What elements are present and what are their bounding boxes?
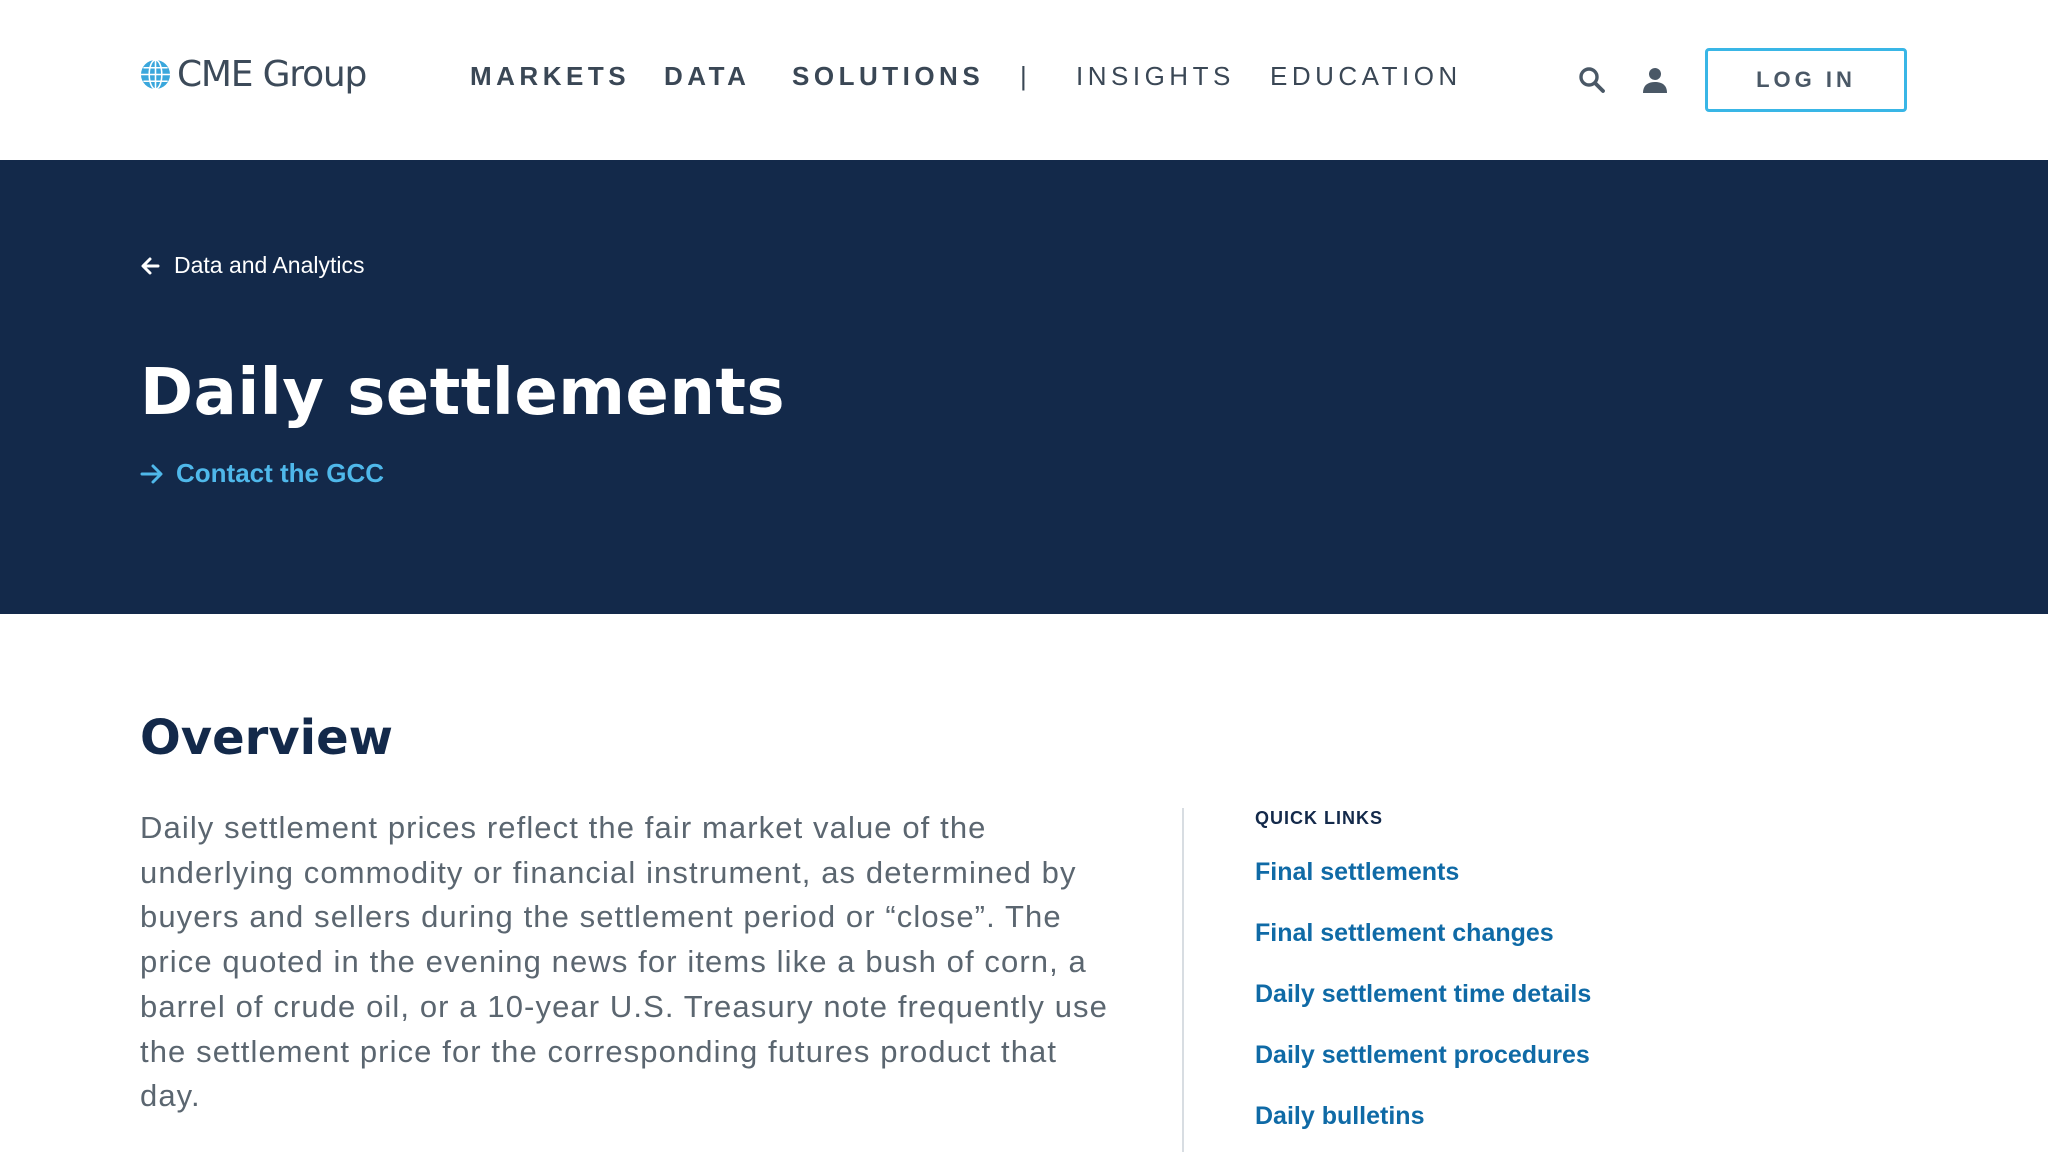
- hero-banner: Data and Analytics Daily settlements Con…: [0, 160, 2048, 614]
- arrow-left-icon: [141, 257, 160, 274]
- cme-group-logo[interactable]: CME Group: [140, 52, 367, 96]
- nav-data[interactable]: DATA: [664, 60, 750, 92]
- page-title: Daily settlements: [140, 356, 786, 430]
- login-button[interactable]: LOG IN: [1705, 48, 1907, 112]
- quick-link-final-settlement-changes[interactable]: Final settlement changes: [1255, 917, 1554, 949]
- quick-link-final-settlements[interactable]: Final settlements: [1255, 856, 1459, 888]
- nav-insights[interactable]: INSIGHTS: [1076, 60, 1235, 92]
- quick-links-title: QUICK LINKS: [1255, 808, 1383, 828]
- overview-paragraph: Daily settlement prices reflect the fair…: [140, 810, 1108, 1114]
- quick-link-procedures[interactable]: Daily settlement procedures: [1255, 1039, 1590, 1071]
- account-button[interactable]: [1642, 66, 1668, 99]
- contact-link-label: Contact the GCC: [176, 458, 384, 488]
- content-divider: [1182, 808, 1184, 1152]
- quick-link-daily-bulletins[interactable]: Daily bulletins: [1255, 1100, 1424, 1132]
- search-icon: [1579, 67, 1605, 93]
- breadcrumb-back-link[interactable]: Data and Analytics: [140, 252, 365, 279]
- contact-gcc-link[interactable]: Contact the GCC: [140, 458, 384, 489]
- nav-markets[interactable]: MARKETS: [470, 60, 630, 92]
- globe-icon: [140, 58, 171, 90]
- user-icon: [1643, 68, 1667, 93]
- search-button[interactable]: [1578, 66, 1606, 99]
- site-header: CME Group MARKETS DATA SOLUTIONS | INSIG…: [0, 0, 2048, 160]
- nav-separator: |: [1020, 61, 1027, 91]
- brand-name: CME Group: [177, 53, 367, 95]
- arrow-right-icon: [140, 464, 163, 483]
- quick-link-time-details[interactable]: Daily settlement time details: [1255, 978, 1591, 1010]
- overview-heading: Overview: [140, 710, 393, 766]
- breadcrumb-label: Data and Analytics: [174, 252, 365, 278]
- nav-education[interactable]: EDUCATION: [1270, 60, 1462, 92]
- nav-solutions[interactable]: SOLUTIONS: [792, 60, 984, 92]
